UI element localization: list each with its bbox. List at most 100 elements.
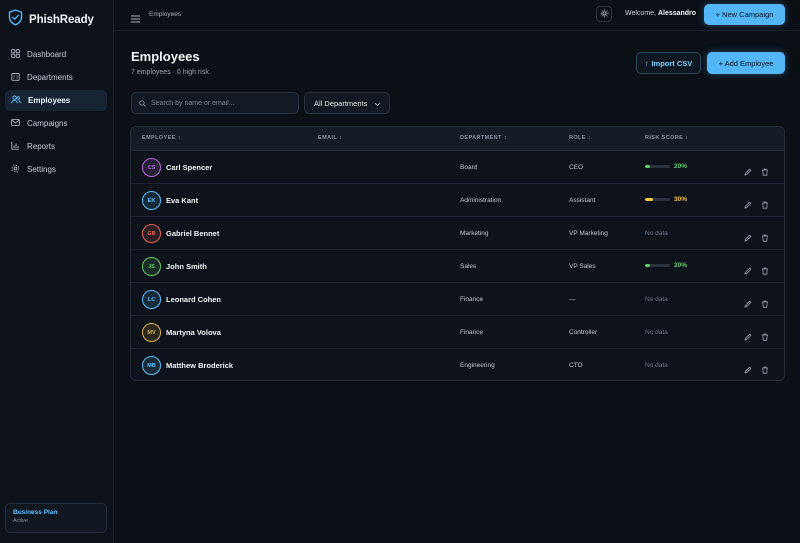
building-icon (11, 72, 20, 83)
search-input[interactable] (151, 99, 291, 107)
plan-name: Business Plan (13, 509, 58, 516)
avatar: EK (142, 191, 161, 210)
sidebar-item-employees[interactable]: Employees (5, 90, 107, 111)
sidebar-item-reports[interactable]: Reports (5, 136, 107, 157)
mail-icon (11, 118, 20, 129)
column-header-email[interactable]: EMAIL ↕ (318, 135, 342, 141)
import-csv-button[interactable]: ↑ Import CSV (636, 52, 701, 74)
breadcrumb: Employees (149, 11, 182, 18)
table-row[interactable]: GB Gabriel Bennet Marketing VP Marketing… (131, 217, 784, 250)
new-campaign-button[interactable]: + New Campaign (704, 4, 785, 25)
column-header-employee[interactable]: EMPLOYEE ↕ (142, 135, 181, 141)
pencil-icon[interactable] (744, 229, 752, 247)
trash-icon[interactable] (761, 328, 769, 346)
theme-toggle-button[interactable] (596, 6, 612, 22)
employee-department: Finance (460, 329, 484, 336)
employee-name: Eva Kant (166, 196, 199, 205)
trash-icon[interactable] (761, 295, 769, 313)
pencil-icon[interactable] (744, 295, 752, 313)
employee-name: Matthew Broderick (166, 361, 234, 370)
column-header-role[interactable]: ROLE ↕ (569, 135, 591, 141)
risk-bar-fill (645, 264, 650, 267)
sidebar-item-label: Reports (27, 142, 56, 151)
grid-icon (11, 49, 20, 60)
risk-score: 20% (645, 262, 687, 269)
employee-department: Board (460, 164, 478, 171)
table-row[interactable]: JS John Smith Sales VP Sales 20% No data (131, 250, 784, 283)
employee-department: Administration (460, 197, 502, 204)
sidebar-item-departments[interactable]: Departments (5, 67, 107, 88)
plan-status: Active (13, 518, 28, 524)
table-row[interactable]: EK Eva Kant Administration Assistant 30%… (131, 184, 784, 217)
sidebar-item-label: Departments (27, 73, 73, 82)
sidebar-item-dashboard[interactable]: Dashboard (5, 44, 107, 65)
page-subtitle: 7 employees · 0 high risk (131, 69, 209, 76)
risk-bar (645, 264, 670, 267)
search-box[interactable] (131, 92, 299, 114)
sidebar-nav: Dashboard Departments Employees Campaign… (5, 44, 107, 182)
employee-name: Carl Spencer (166, 163, 213, 172)
sidebar-item-label: Employees (28, 96, 71, 105)
brand-name: PhishReady (29, 14, 94, 26)
risk-bar (645, 165, 670, 168)
table-row[interactable]: MV Martyna Volova Finance Controller No … (131, 316, 784, 349)
plan-card[interactable]: Business Plan Active (5, 503, 107, 533)
bar-chart-icon (11, 141, 20, 152)
arrow-up-icon: ↑ (644, 58, 649, 68)
menu-icon[interactable] (131, 10, 140, 28)
sidebar-item-settings[interactable]: Settings (5, 159, 107, 180)
risk-no-data: No data (645, 230, 668, 237)
employee-name: John Smith (166, 262, 207, 271)
sidebar-item-label: Settings (27, 165, 56, 174)
risk-value: 30% (674, 196, 688, 203)
page-title: Employees (131, 49, 200, 64)
users-icon (11, 95, 21, 106)
trash-icon[interactable] (761, 229, 769, 247)
sidebar-item-label: Campaigns (27, 119, 68, 128)
employee-role: CTO (569, 362, 583, 369)
employee-role: CEO (569, 164, 584, 171)
trash-icon[interactable] (761, 163, 769, 181)
avatar: LC (142, 290, 161, 309)
user-name: Alessandro (657, 10, 697, 17)
department-select[interactable]: All Departments (304, 92, 390, 114)
employee-department: Finance (460, 296, 484, 303)
gear-icon (11, 164, 20, 175)
avatar: JS (142, 257, 161, 276)
pencil-icon[interactable] (744, 262, 752, 280)
employee-role: VP Sales (569, 263, 596, 270)
risk-bar (645, 198, 670, 201)
avatar: MB (142, 356, 161, 375)
import-csv-label: Import CSV (651, 58, 693, 68)
pencil-icon[interactable] (744, 196, 752, 214)
avatar: CS (142, 158, 161, 177)
sidebar-item-campaigns[interactable]: Campaigns (5, 113, 107, 134)
employee-department: Sales (460, 263, 477, 270)
employee-role: Assistant (569, 197, 596, 204)
risk-value: 20% (674, 262, 688, 269)
table-row[interactable]: CS Carl Spencer Board CEO 20% No data (131, 151, 784, 184)
risk-no-data: No data (645, 296, 668, 303)
risk-bar-fill (645, 198, 653, 201)
pencil-icon[interactable] (744, 163, 752, 181)
pencil-icon[interactable] (744, 361, 752, 379)
employee-name: Gabriel Bennet (166, 229, 220, 238)
add-employee-button[interactable]: + Add Employee (707, 52, 785, 74)
pencil-icon[interactable] (744, 328, 752, 346)
table-row[interactable]: MB Matthew Broderick Engineering CTO No … (131, 349, 784, 380)
employee-role: VP Marketing (569, 230, 608, 237)
trash-icon[interactable] (761, 262, 769, 280)
risk-score: 30% (645, 196, 687, 203)
employee-department: Marketing (460, 230, 489, 237)
table-row[interactable]: LC Leonard Cohen Finance — No data (131, 283, 784, 316)
column-header-risk-score[interactable]: RISK SCORE ↕ (645, 135, 688, 141)
brand-logo[interactable]: PhishReady (8, 9, 94, 31)
employee-name: Leonard Cohen (166, 295, 222, 304)
risk-score: 20% (645, 163, 687, 170)
avatar: GB (142, 224, 161, 243)
column-header-department[interactable]: DEPARTMENT ↕ (460, 135, 507, 141)
trash-icon[interactable] (761, 196, 769, 214)
avatar: MV (142, 323, 161, 342)
trash-icon[interactable] (761, 361, 769, 379)
employee-role: Controller (569, 329, 598, 336)
